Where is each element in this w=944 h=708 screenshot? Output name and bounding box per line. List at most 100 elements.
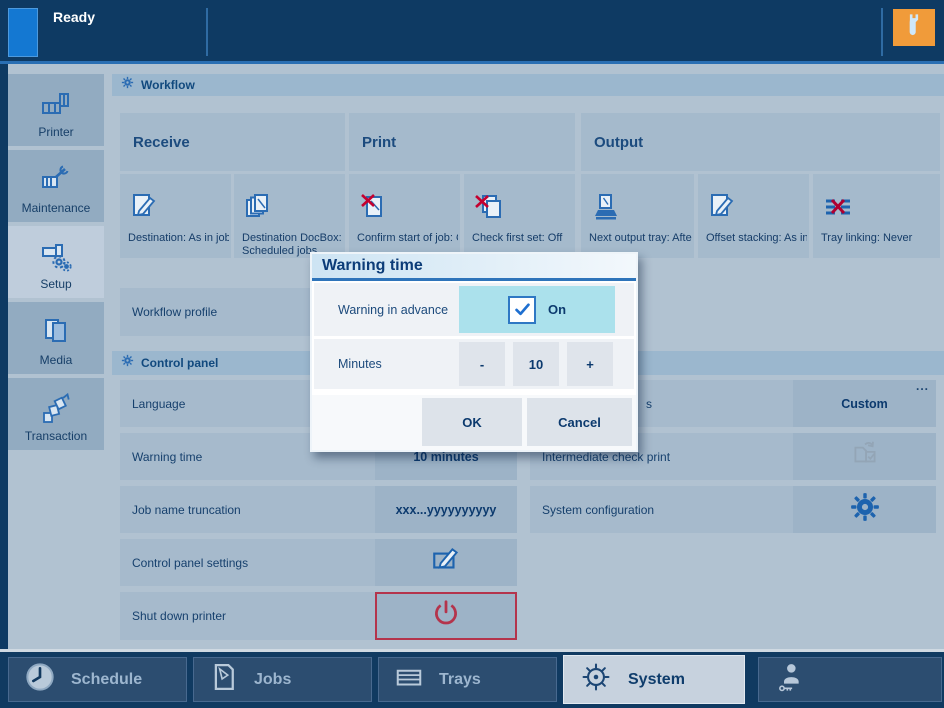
sidebar-item-media[interactable]: Media: [8, 302, 104, 374]
column-header-output: Output: [581, 113, 940, 171]
shut-down-button[interactable]: [375, 592, 517, 640]
dialog-title-underline: [312, 278, 636, 281]
row-control-panel-settings[interactable]: Control panel settings: [120, 539, 517, 586]
tab-label: System: [628, 671, 685, 689]
tile-label: Check first set: Off: [472, 232, 573, 244]
job-name-truncation-value: xxx...yyyyyyyyyy: [396, 503, 497, 517]
minutes-decrement-button[interactable]: -: [459, 342, 505, 386]
toggle-state-label: On: [548, 302, 566, 317]
row-job-name-truncation[interactable]: Job name truncation xxx...yyyyyyyyyy: [120, 486, 517, 533]
status-accent-block: [8, 8, 38, 57]
left-edge-strip: [0, 64, 8, 649]
minutes-increment-button[interactable]: +: [567, 342, 613, 386]
tile-offset-stacking[interactable]: Offset stacking: As in job: [698, 174, 809, 258]
checkbox-checked-icon[interactable]: [508, 296, 536, 324]
transaction-icon: [39, 391, 73, 425]
gear-icon: [121, 354, 134, 372]
custom-value: Custom: [841, 397, 888, 411]
wrench-icon: [901, 10, 927, 45]
warning-in-advance-row: Warning in advance On: [314, 283, 634, 336]
row-value-cell[interactable]: xxx...yyyyyyyyyy: [375, 486, 517, 533]
tile-check-first-set[interactable]: Check first set: Off: [464, 174, 575, 258]
gear-solid-icon: [849, 491, 881, 528]
row-label: Shut down printer: [132, 592, 226, 640]
sidebar-item-transaction[interactable]: Transaction: [8, 378, 104, 450]
trays-icon: [394, 662, 424, 697]
tab-label: Jobs: [254, 671, 291, 689]
edit-pad-icon: [430, 544, 462, 581]
row-label: Workflow profile: [132, 288, 217, 336]
row-shut-down-printer[interactable]: Shut down printer: [120, 592, 517, 640]
tab-label: Schedule: [71, 671, 142, 689]
sidebar-item-label: Setup: [40, 277, 71, 291]
row-label: System configuration: [542, 486, 654, 533]
tab-label: Trays: [439, 671, 481, 689]
check-print-icon: [849, 438, 881, 475]
tile-next-output-tray[interactable]: Next output tray: After: [581, 174, 694, 258]
system-gear-icon: [579, 660, 613, 699]
row-value-cell[interactable]: Custom ...: [793, 380, 936, 427]
clock-icon: [24, 661, 56, 698]
tile-label: Offset stacking: As in job: [706, 232, 807, 244]
tile-tray-linking[interactable]: Tray linking: Never: [813, 174, 940, 258]
dialog-footer: OK Cancel: [312, 395, 636, 450]
tab-schedule[interactable]: Schedule: [8, 657, 187, 702]
dialog-row-label: Minutes: [338, 339, 382, 389]
power-icon: [430, 598, 462, 635]
dialog-title: Warning time: [312, 254, 636, 278]
row-label: Control panel settings: [132, 539, 248, 586]
tab-user-login[interactable]: [758, 657, 942, 702]
row-label: Warning time: [132, 433, 202, 480]
printer-control-screen: Ready Printer Maintenance Setup Media Tr…: [0, 0, 944, 708]
section-title: Control panel: [141, 356, 218, 370]
topbar-divider: [206, 8, 208, 56]
topbar-separator: [0, 61, 944, 64]
sidebar-item-label: Maintenance: [22, 201, 91, 215]
control-panel-settings-button[interactable]: [375, 539, 517, 586]
sidebar-item-label: Printer: [38, 125, 73, 139]
column-header-print: Print: [349, 113, 575, 171]
jobs-document-icon: [209, 662, 239, 697]
tile-label: Next output tray: After: [589, 232, 692, 244]
sidebar-item-setup[interactable]: Setup: [8, 226, 104, 298]
tile-label: Destination: As in job: [128, 232, 229, 244]
tile-label: Confirm start of job: Off: [357, 232, 458, 244]
sidebar-item-printer[interactable]: Printer: [8, 74, 104, 146]
user-key-icon: [774, 661, 806, 698]
ok-button[interactable]: OK: [422, 398, 522, 446]
setup-icon: [39, 239, 73, 273]
tile-destination-docbox[interactable]: Destination DocBox: Scheduled jobs: [234, 174, 345, 258]
printer-status-text: Ready: [53, 9, 95, 25]
system-configuration-button[interactable]: [793, 486, 936, 533]
warning-time-dialog: Warning time Warning in advance On Minut…: [310, 252, 638, 452]
tile-destination[interactable]: Destination: As in job: [120, 174, 231, 258]
minutes-value: 10: [513, 342, 559, 386]
sidebar-item-label: Media: [40, 353, 73, 367]
tile-label: Tray linking: Never: [821, 232, 938, 244]
tab-jobs[interactable]: Jobs: [193, 657, 372, 702]
row-label: Job name truncation: [132, 486, 241, 533]
column-header-receive: Receive: [120, 113, 345, 171]
sidebar-item-maintenance[interactable]: Maintenance: [8, 150, 104, 222]
workflow-section-header: Workflow: [112, 74, 944, 96]
gear-icon: [121, 76, 134, 94]
minutes-row: Minutes - 10 +: [314, 339, 634, 389]
sidebar-item-label: Transaction: [25, 429, 87, 443]
warning-in-advance-toggle[interactable]: On: [459, 286, 615, 333]
maintenance-icon: [39, 163, 73, 197]
section-title: Workflow: [141, 78, 195, 92]
media-icon: [39, 315, 73, 349]
dialog-row-label: Warning in advance: [338, 283, 448, 336]
tile-confirm-start[interactable]: Confirm start of job: Off: [349, 174, 460, 258]
tab-trays[interactable]: Trays: [378, 657, 557, 702]
printer-icon: [39, 87, 73, 121]
tools-button[interactable]: [893, 9, 935, 46]
tab-system[interactable]: System: [563, 655, 745, 704]
topbar-divider: [881, 8, 883, 56]
row-label: Language: [132, 380, 185, 427]
top-status-bar: [0, 0, 944, 61]
intermediate-check-print-button[interactable]: [793, 433, 936, 480]
overflow-indicator: ...: [916, 379, 929, 393]
cancel-button[interactable]: Cancel: [527, 398, 632, 446]
row-system-configuration[interactable]: System configuration: [530, 486, 936, 533]
